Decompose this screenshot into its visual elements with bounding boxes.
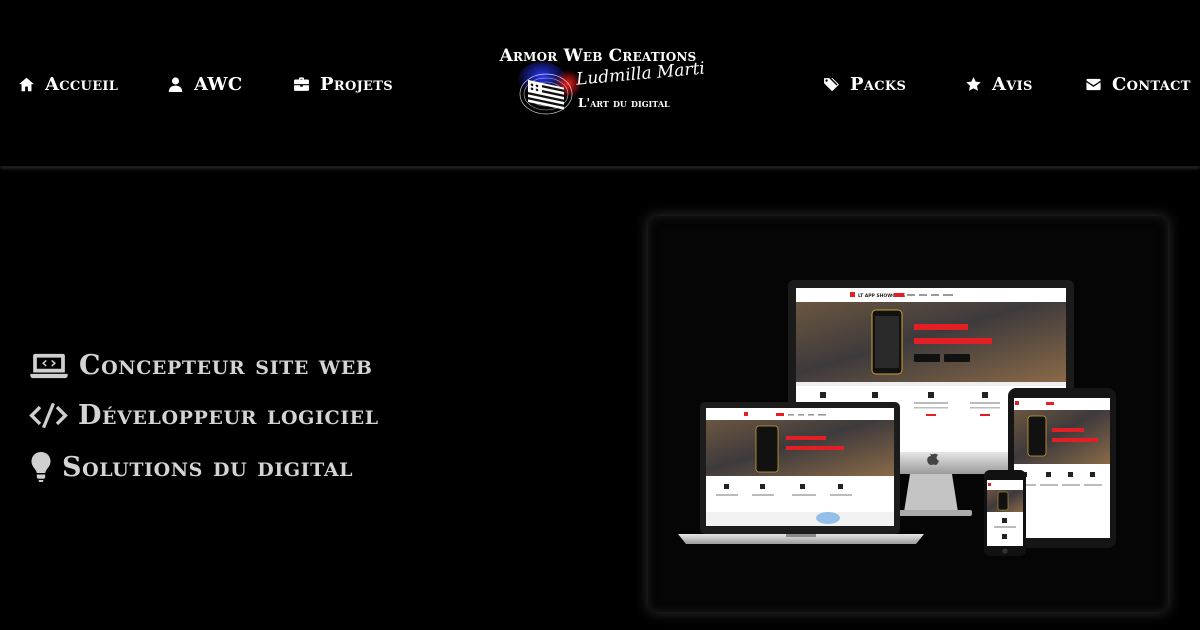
hero-line-solutions: Solutions du digital	[30, 451, 353, 483]
home-icon	[19, 77, 34, 91]
tags-icon	[824, 77, 839, 91]
laptop-device	[678, 402, 924, 544]
nav-item-contact[interactable]: Contact	[1085, 72, 1191, 96]
star-icon	[966, 76, 981, 91]
lightbulb-icon	[31, 452, 51, 482]
hero-line-developpeur: Développeur logiciel	[28, 400, 379, 431]
nav-item-accueil[interactable]: Accueil	[18, 72, 118, 96]
site-logo[interactable]: Armor Web Creations Ludmilla Marti L'art…	[490, 38, 706, 130]
nav-item-awc[interactable]: AWC	[167, 72, 243, 96]
nav-item-label: Avis	[992, 73, 1033, 95]
nav-item-label: AWC	[194, 73, 243, 95]
page: Accueil AWC Projets Armor Web Creations …	[0, 0, 1200, 630]
envelope-icon	[1086, 78, 1101, 90]
nav-item-label: Packs	[850, 73, 907, 95]
brittany-flag-emblem-icon	[518, 62, 580, 115]
phone-device	[984, 470, 1026, 556]
briefcase-icon	[294, 76, 309, 91]
hero-line-label: Développeur logiciel	[78, 400, 379, 431]
hero-line-label: Concepteur site web	[79, 350, 373, 381]
nav-item-label: Projets	[320, 73, 393, 95]
navbar: Accueil AWC Projets Armor Web Creations …	[0, 0, 1200, 167]
hero-line-concepteur: Concepteur site web	[30, 350, 373, 381]
nav-item-label: Contact	[1112, 73, 1191, 95]
laptop-code-icon	[30, 353, 68, 378]
code-icon	[29, 402, 68, 429]
hero-line-label: Solutions du digital	[62, 451, 354, 483]
nav-item-projets[interactable]: Projets	[293, 72, 393, 96]
nav-item-packs[interactable]: Packs	[823, 72, 906, 96]
user-icon	[168, 76, 183, 92]
responsive-devices-showcase: LT APP SHOWCASE	[648, 216, 1168, 612]
nav-item-label: Accueil	[45, 73, 119, 95]
nav-item-avis[interactable]: Avis	[965, 72, 1033, 96]
devices-mockup-image: LT APP SHOWCASE	[678, 280, 1116, 556]
logo-tagline: L'art du digital	[578, 96, 670, 110]
